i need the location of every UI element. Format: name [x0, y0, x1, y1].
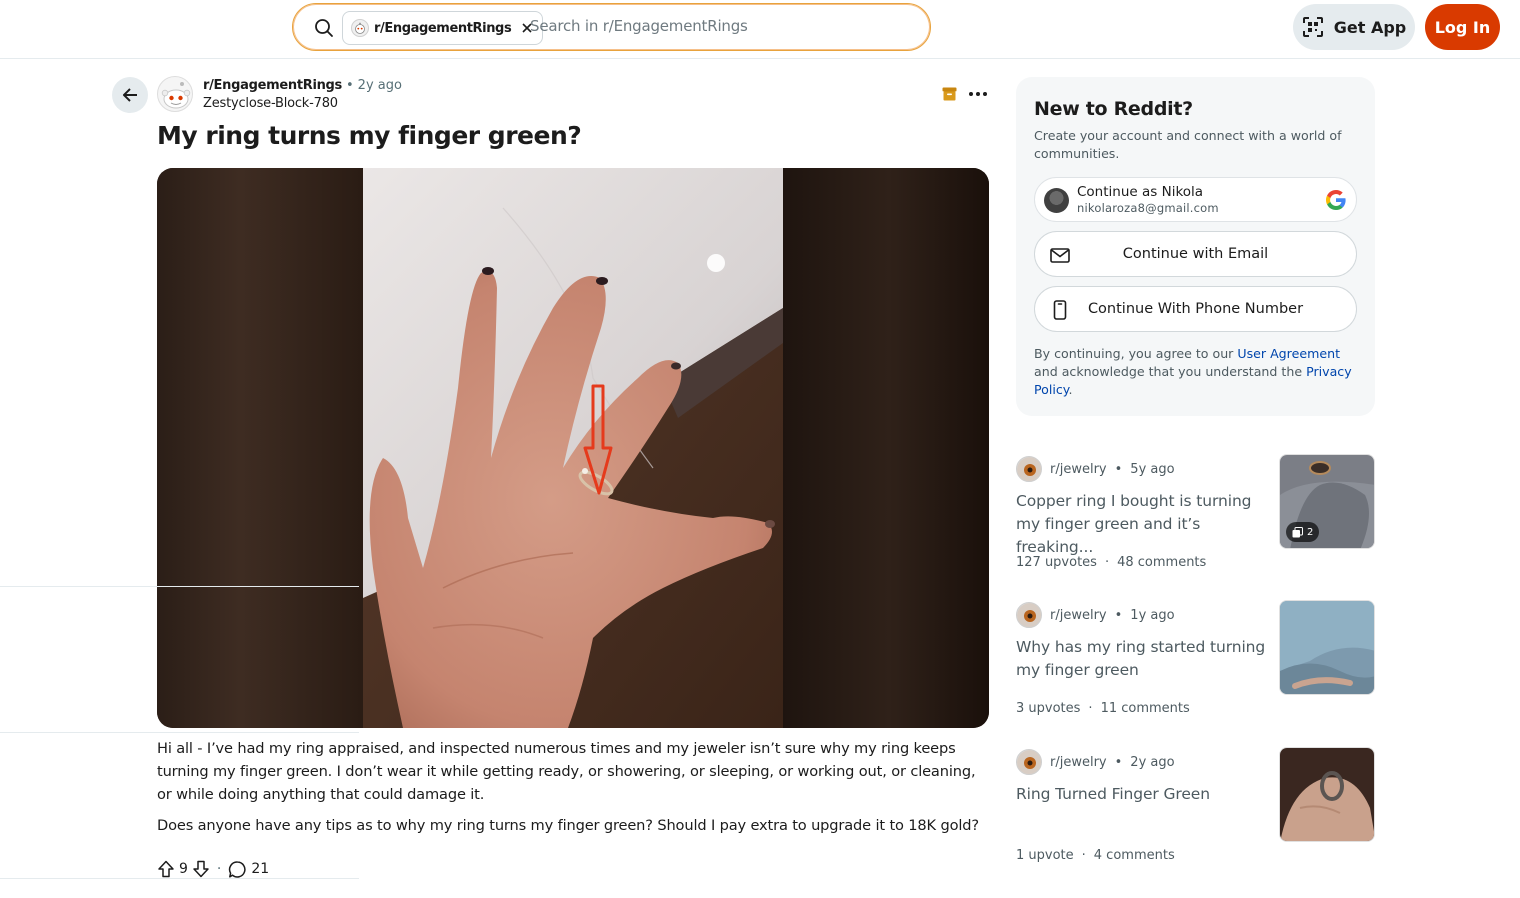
mail-icon: [1050, 248, 1070, 263]
related-post-title[interactable]: Ring Turned Finger Green: [1016, 783, 1268, 806]
phone-icon: [1053, 300, 1067, 320]
search-bar[interactable]: r/EngagementRings Search in r/Engagement…: [292, 3, 931, 51]
related-post-stats: 127 upvotes · 48 comments: [1016, 555, 1206, 570]
action-separator: ·: [216, 861, 222, 877]
subreddit-avatar: [1016, 749, 1042, 775]
related-time: 5y ago: [1130, 461, 1175, 477]
qr-code-icon: [1302, 17, 1323, 37]
upvote-icon[interactable]: [157, 860, 175, 878]
related-comments: 11 comments: [1100, 701, 1190, 716]
related-post-stats: 3 upvotes · 11 comments: [1016, 701, 1190, 716]
related-post-meta: r/jewelry • 5y ago: [1016, 456, 1175, 482]
meta-separator: •: [346, 78, 354, 93]
search-scope-chip[interactable]: r/EngagementRings: [342, 11, 544, 45]
continue-phone-label: Continue With Phone Number: [1087, 301, 1304, 317]
author-link[interactable]: Zestyclose-Block-780: [203, 96, 338, 111]
top-bar: r/EngagementRings Search in r/Engagement…: [0, 0, 1520, 59]
related-upvotes: 1 upvote: [1016, 848, 1074, 863]
google-continue-button[interactable]: Continue as Nikola nikolaroza8@gmail.com: [1034, 177, 1357, 222]
related-post-title[interactable]: Why has my ring started turning my finge…: [1016, 636, 1268, 682]
get-app-button[interactable]: Get App: [1293, 4, 1415, 50]
related-post-meta: r/jewelry • 1y ago: [1016, 602, 1175, 628]
subreddit-avatar[interactable]: [157, 76, 193, 112]
subreddit-avatar: [1016, 602, 1042, 628]
gallery-icon: [1292, 526, 1303, 537]
related-post-meta: r/jewelry • 2y ago: [1016, 749, 1175, 775]
divider: [0, 878, 359, 879]
related-post-thumbnail[interactable]: [1279, 600, 1375, 695]
comment-icon[interactable]: [228, 860, 247, 879]
more-options-icon[interactable]: [966, 84, 990, 104]
legal-text: By continuing, you agree to our: [1034, 346, 1238, 361]
related-post[interactable]: r/jewelry • 1y ago Why has my ring start…: [1016, 600, 1375, 718]
signup-card: New to Reddit? Create your account and c…: [1016, 77, 1375, 416]
google-logo-icon: [1326, 190, 1346, 210]
subreddit-link[interactable]: r/EngagementRings: [203, 78, 342, 93]
hand-photo: [363, 168, 783, 728]
related-post[interactable]: r/jewelry • 2y ago Ring Turned Finger Gr…: [1016, 747, 1375, 865]
meta-separator: •: [1114, 607, 1123, 623]
signup-legal-text: By continuing, you agree to our User Agr…: [1034, 345, 1359, 399]
post-meta: r/EngagementRings • 2y ago: [203, 78, 402, 93]
related-post-thumbnail[interactable]: 2: [1279, 454, 1375, 549]
post-body: Hi all - I’ve had my ring appraised, and…: [157, 737, 989, 845]
back-button[interactable]: [112, 77, 148, 113]
legal-text: .: [1068, 382, 1073, 397]
search-input[interactable]: Search in r/EngagementRings: [530, 17, 748, 35]
post-image[interactable]: [157, 168, 989, 728]
related-upvotes: 127 upvotes: [1016, 555, 1097, 570]
gallery-count: 2: [1307, 526, 1314, 538]
subreddit-avatar: [1016, 456, 1042, 482]
signup-subtitle: Create your account and connect with a w…: [1034, 128, 1342, 161]
related-subreddit[interactable]: r/jewelry: [1050, 608, 1107, 623]
meta-separator: •: [1114, 754, 1123, 770]
vote-count: 9: [179, 861, 188, 877]
comment-count[interactable]: 21: [251, 861, 269, 877]
continue-email-button[interactable]: Continue with Email: [1034, 231, 1357, 277]
login-button[interactable]: Log In: [1425, 4, 1500, 50]
related-subreddit[interactable]: r/jewelry: [1050, 462, 1107, 477]
related-post-stats: 1 upvote · 4 comments: [1016, 848, 1175, 863]
legal-text: and acknowledge that you understand the: [1034, 364, 1307, 379]
google-account-avatar: [1044, 188, 1069, 213]
related-time: 2y ago: [1130, 754, 1175, 770]
related-comments: 4 comments: [1093, 848, 1175, 863]
post-time: 2y ago: [357, 78, 402, 93]
continue-email-label: Continue with Email: [1122, 246, 1269, 262]
search-scope-label: r/EngagementRings: [374, 20, 512, 36]
related-upvotes: 3 upvotes: [1016, 701, 1081, 716]
meta-separator: •: [1114, 461, 1123, 477]
downvote-icon[interactable]: [192, 860, 210, 878]
post-paragraph: Hi all - I’ve had my ring appraised, and…: [157, 740, 976, 803]
related-post[interactable]: r/jewelry • 5y ago Copper ring I bought …: [1016, 454, 1375, 572]
related-subreddit[interactable]: r/jewelry: [1050, 755, 1107, 770]
stat-separator: ·: [1081, 848, 1086, 863]
search-icon: [315, 19, 333, 37]
continue-phone-button[interactable]: Continue With Phone Number: [1034, 286, 1357, 332]
related-post-title[interactable]: Copper ring I bought is turning my finge…: [1016, 490, 1268, 559]
related-time: 1y ago: [1130, 607, 1175, 623]
post-paragraph: Does anyone have any tips as to why my r…: [157, 817, 979, 834]
google-account-name: Continue as Nikola: [1077, 184, 1204, 200]
divider: [0, 586, 359, 587]
divider: [0, 732, 359, 733]
post-actions: 9 · 21: [157, 858, 269, 880]
related-post-thumbnail[interactable]: [1279, 747, 1375, 842]
arrow-left-icon: [123, 88, 137, 102]
gallery-badge: 2: [1286, 522, 1320, 542]
stat-separator: ·: [1088, 701, 1093, 716]
post-title: My ring turns my finger green?: [157, 121, 582, 150]
signup-title: New to Reddit?: [1034, 98, 1193, 120]
stat-separator: ·: [1104, 555, 1110, 570]
get-app-label: Get App: [1333, 17, 1407, 37]
google-account-email: nikolaroza8@gmail.com: [1077, 201, 1219, 215]
archive-icon: [942, 87, 957, 101]
related-comments: 48 comments: [1117, 555, 1207, 570]
user-agreement-link[interactable]: User Agreement: [1237, 346, 1340, 361]
subreddit-icon: [351, 19, 369, 37]
